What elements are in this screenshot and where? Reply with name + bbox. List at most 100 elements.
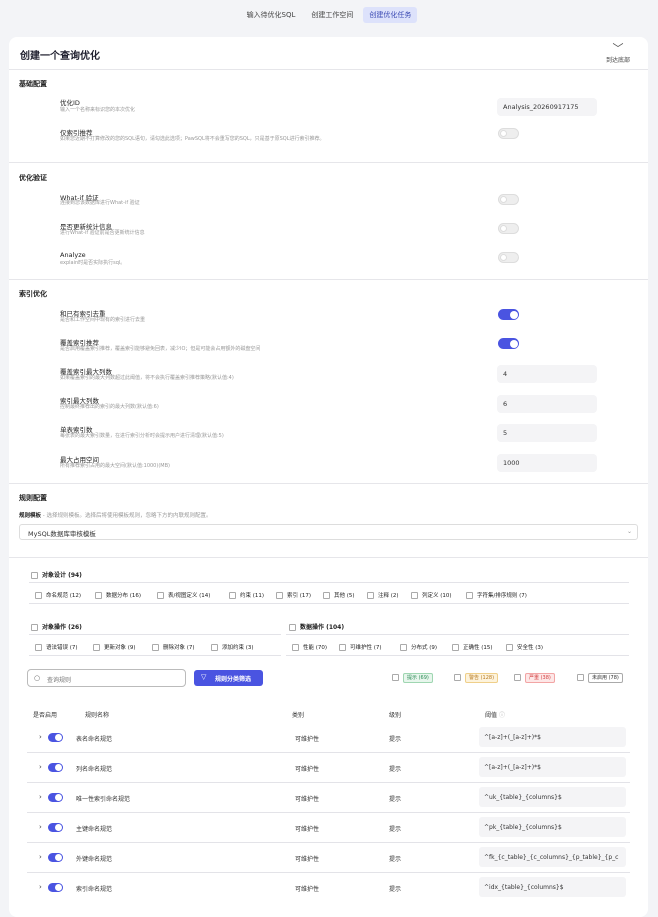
update-stats-toggle[interactable]: [498, 223, 519, 234]
divider: [9, 69, 648, 70]
filter-icon: ▽: [201, 673, 207, 681]
rule-enable-toggle[interactable]: [48, 853, 63, 862]
rule-template-select[interactable]: MySQL数据库审核模板 ⌄: [19, 524, 638, 540]
index-only-toggle[interactable]: [498, 128, 519, 139]
group-data-ops-label: 数据操作 (104): [300, 624, 345, 631]
chevron-down-icon: ⌄: [626, 528, 632, 535]
rule-category: 可维护性: [295, 856, 320, 863]
rule-name: 主键命名规范: [76, 826, 113, 833]
level-filter-critical[interactable]: 严重 (38): [514, 673, 555, 683]
group-object-ops[interactable]: 对象操作 (26): [31, 622, 82, 631]
rule-threshold-input[interactable]: ^[a-z]+(_[a-z]+)*$: [479, 727, 626, 747]
rule-template-value: MySQL数据库审核模板: [28, 530, 96, 538]
chip-dataops-2[interactable]: 分布式 (9): [400, 643, 437, 651]
chip-design-7[interactable]: 列定义 (10): [411, 591, 452, 599]
rule-enable-toggle[interactable]: [48, 763, 63, 772]
rule-enable-toggle[interactable]: [48, 793, 63, 802]
max-per-table-input[interactable]: 5: [497, 424, 597, 442]
rule-enable-toggle[interactable]: [48, 823, 63, 832]
max-cols-input[interactable]: 6: [497, 395, 597, 413]
divider: [9, 279, 648, 280]
chip-design-8[interactable]: 字符集/排序规则 (7): [466, 591, 527, 599]
chevron-right-icon[interactable]: ›: [39, 853, 42, 861]
chip-dataops-1[interactable]: 可维护性 (7): [339, 643, 382, 651]
section-index-title: 索引优化: [19, 290, 47, 298]
rule-threshold-input[interactable]: ^idx_{table}_{columns}$: [479, 877, 626, 897]
chip-ops-0[interactable]: 语法错误 (7): [35, 643, 78, 651]
optimize-id-input[interactable]: Analysis_20260917175: [497, 98, 597, 116]
rule-filter-button[interactable]: ▽ 规则分类筛选: [194, 670, 263, 686]
scroll-bottom-label: 到达底部: [605, 57, 630, 64]
section-verify-title: 优化验证: [19, 174, 47, 182]
chip-ops-2[interactable]: 删除对象 (7): [152, 643, 195, 651]
rule-level: 提示: [389, 766, 402, 773]
analyze-label: Analyze: [60, 251, 86, 259]
checkbox-icon: [31, 624, 38, 631]
chip-ops-1[interactable]: 更新对象 (9): [93, 643, 136, 651]
rule-search-input[interactable]: ○ 查询规则: [27, 669, 186, 687]
chip-design-1[interactable]: 数据分布 (16): [95, 591, 141, 599]
rule-level: 提示: [389, 796, 402, 803]
table-row: › 表名命名规范 可维护性 提示 ^[a-z]+(_[a-z]+)*$: [9, 723, 648, 753]
dedupe-desc: 是否和工作空间中现有的索引进行去重: [60, 317, 146, 323]
analyze-toggle[interactable]: [498, 252, 519, 263]
rule-threshold-input[interactable]: ^[a-z]+(_[a-z]+)*$: [479, 757, 626, 777]
max-per-table-desc: 每张表的最大索引数量，在进行索引分析时会提示用户进行清理(默认值:5): [60, 433, 224, 439]
chip-design-4[interactable]: 索引 (17): [276, 591, 311, 599]
max-cols-covering-input[interactable]: 4: [497, 365, 597, 383]
page-title: 创建一个查询优化: [20, 51, 100, 62]
rule-level: 提示: [389, 826, 402, 833]
chevron-right-icon[interactable]: ›: [39, 883, 42, 891]
scroll-bottom-button[interactable]: ﹀ 到达底部: [603, 43, 633, 64]
tab-create-workspace[interactable]: 创建工作空间: [305, 7, 359, 23]
table-row: › 列名命名规范 可维护性 提示 ^[a-z]+(_[a-z]+)*$: [9, 753, 648, 783]
table-row: › 主键命名规范 可维护性 提示 ^pk_{table}_{columns}$: [9, 813, 648, 843]
group-object-design[interactable]: 对象设计 (94): [31, 570, 82, 579]
analyze-desc: explain时是否实际执行sql。: [60, 260, 126, 266]
chip-ops-3[interactable]: 添加约束 (3): [211, 643, 254, 651]
chip-design-6[interactable]: 注释 (2): [367, 591, 399, 599]
tab-create-task[interactable]: 创建优化任务: [363, 7, 418, 23]
chip-design-3[interactable]: 约束 (11): [229, 591, 264, 599]
dedupe-toggle[interactable]: [498, 309, 519, 320]
rule-template-label-row: 规则模板 - 选择规则模板。选择后将使用模板规则，忽略下方的内联规则配置。: [19, 511, 212, 519]
table-row: › 唯一性索引命名规范 可维护性 提示 ^uk_{table}_{columns…: [9, 783, 648, 813]
rule-enable-toggle[interactable]: [48, 883, 63, 892]
update-stats-desc: 进行What-if 验证前是否更新统计信息: [60, 230, 145, 236]
group-data-ops[interactable]: 数据操作 (104): [289, 622, 344, 631]
rule-level: 提示: [389, 856, 402, 863]
chip-design-2[interactable]: 表/视图定义 (14): [157, 591, 210, 599]
chip-dataops-4[interactable]: 安全性 (3): [506, 643, 543, 651]
level-filter-warning[interactable]: 警告 (128): [454, 673, 499, 683]
covering-toggle[interactable]: [498, 338, 519, 349]
chevron-right-icon[interactable]: ›: [39, 823, 42, 831]
level-filter-hint[interactable]: 提示 (69): [392, 673, 433, 683]
chevron-right-icon[interactable]: ›: [39, 793, 42, 801]
max-space-desc: 所有推荐索引占用的最大空间(默认值:1000)(MB): [60, 463, 170, 469]
whatif-toggle[interactable]: [498, 194, 519, 205]
table-row: › 外键命名规范 可维护性 提示 ^fk_{c_table}_{c_column…: [9, 843, 648, 873]
optimize-id-desc: 输入一个名称来标识您的本次优化: [60, 107, 136, 113]
rule-enable-toggle[interactable]: [48, 733, 63, 742]
chip-dataops-3[interactable]: 正确性 (15): [452, 643, 493, 651]
rule-threshold-input[interactable]: ^uk_{table}_{columns}$: [479, 787, 626, 807]
top-tabs: 输入待优化SQL 创建工作空间 创建优化任务: [0, 7, 658, 23]
col-level: 级别: [389, 712, 402, 719]
col-category: 类别: [292, 712, 305, 719]
rule-filter-label: 规则分类筛选: [215, 676, 252, 683]
tab-input-sql[interactable]: 输入待优化SQL: [241, 7, 302, 23]
divider: [286, 655, 629, 656]
level-filter-disabled[interactable]: 未启用 (78): [577, 673, 623, 683]
rule-name: 唯一性索引命名规范: [76, 796, 131, 803]
chip-dataops-0[interactable]: 性能 (70): [292, 643, 327, 651]
max-space-input[interactable]: 1000: [497, 454, 597, 472]
chevron-right-icon[interactable]: ›: [39, 733, 42, 741]
divider: [29, 603, 629, 604]
chip-design-0[interactable]: 命名规范 (12): [35, 591, 81, 599]
rule-name: 外键命名规范: [76, 856, 113, 863]
rule-threshold-input[interactable]: ^pk_{table}_{columns}$: [479, 817, 626, 837]
rule-threshold-input[interactable]: ^fk_{c_table}_{c_columns}_{p_table}_{p_c: [479, 847, 626, 867]
divider: [9, 483, 648, 484]
chevron-right-icon[interactable]: ›: [39, 763, 42, 771]
chip-design-5[interactable]: 其他 (5): [323, 591, 355, 599]
